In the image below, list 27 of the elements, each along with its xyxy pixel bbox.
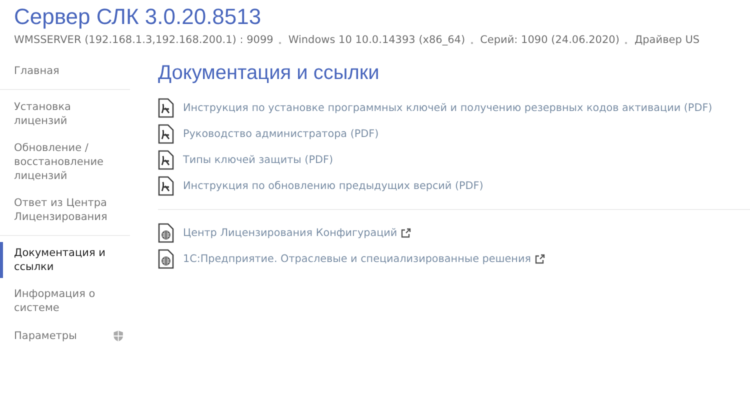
document-link[interactable]: Типы ключей защиты (PDF)	[183, 154, 333, 166]
web-file-icon	[158, 223, 174, 243]
document-link[interactable]: Руководство администратора (PDF)	[183, 128, 379, 140]
sidebar-item[interactable]: Главная	[0, 62, 144, 80]
external-link-icon	[401, 228, 412, 238]
web-file-icon	[158, 249, 174, 269]
sidebar-item[interactable]: Информация о системе	[0, 285, 130, 317]
document-link[interactable]: 1С:Предприятие. Отраслевые и специализированные решения	[183, 253, 545, 265]
section-heading: Документация и ссылки	[158, 62, 380, 85]
pdf-file-icon	[158, 124, 174, 144]
pdf-file-icon	[158, 150, 174, 170]
server-info-text: Серий: 1090 (24.06.2020)	[480, 34, 620, 46]
sidebar-item[interactable]: Установка лицензий	[0, 98, 130, 130]
server-info-text: Windows 10 10.0.14393 (x86_64)	[288, 34, 466, 46]
pdf-file-icon	[158, 98, 174, 118]
server-info-text: Драйвер US	[634, 34, 700, 46]
page-title: Сервер СЛК 3.0.20.8513	[14, 3, 262, 31]
sidebar-item[interactable]: Обновление / восстановление лицензий	[0, 139, 130, 185]
document-link[interactable]: Инструкция по установке программных ключей и получению резервных кодов активации (PDF)	[183, 102, 712, 114]
document-link[interactable]: Центр Лицензирования Конфигураций	[183, 227, 412, 239]
sidebar-item[interactable]: Ответ из Центра Лицензирования	[0, 194, 130, 226]
sidebar-item[interactable]: Параметры	[0, 326, 130, 346]
pdf-file-icon	[158, 176, 174, 196]
document-link[interactable]: Инструкция по обновлению предыдущих версий (PDF)	[183, 180, 484, 192]
external-link-icon	[534, 254, 545, 264]
server-info-text: WMSSERVER (192.168.1.3,192.168.200.1) : 9099	[14, 34, 274, 46]
sidebar-item[interactable]: Документация и ссылки	[0, 244, 130, 276]
